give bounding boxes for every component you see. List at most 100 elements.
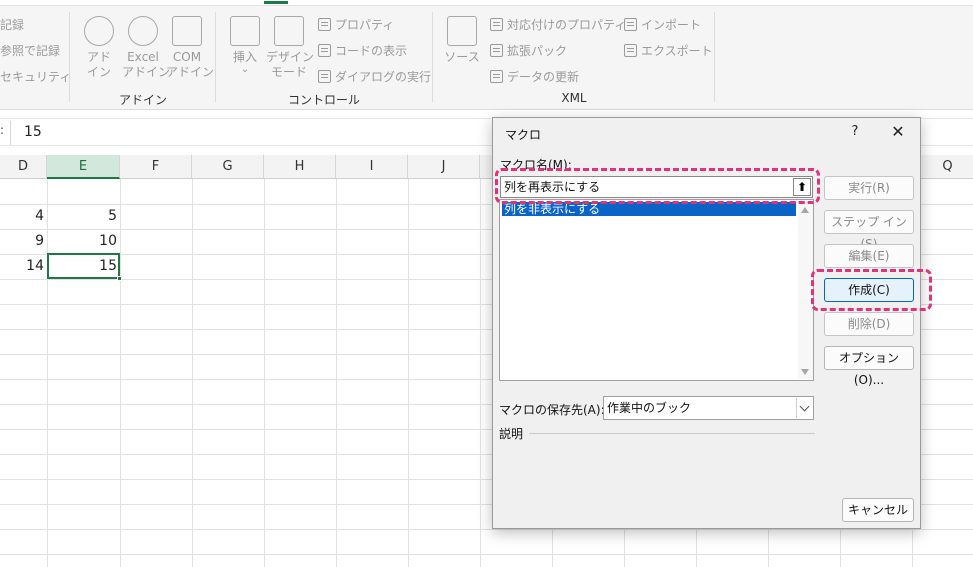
column-line xyxy=(120,179,121,567)
properties-icon xyxy=(318,18,331,31)
cell-d1[interactable]: 4 xyxy=(0,204,47,229)
expansion-packs-label: 拡張パック xyxy=(507,44,568,58)
com-addin-label: COM アドイン xyxy=(166,50,215,79)
macro-security-button[interactable]: セキュリティ xyxy=(0,68,71,85)
cell-e2[interactable]: 10 xyxy=(47,229,120,254)
refresh-data-icon xyxy=(490,70,503,83)
run-dialog-icon xyxy=(318,70,331,83)
column-header-q[interactable]: Q xyxy=(912,155,973,179)
export-label: エクスポート xyxy=(641,44,713,58)
expansion-packs-button[interactable]: 拡張パック xyxy=(490,42,567,59)
toolbox-icon xyxy=(230,16,260,46)
chevron-down-icon: ⌄ xyxy=(240,64,250,75)
insert-control-button[interactable]: 挿入 ⌄ xyxy=(228,16,262,75)
excel-addin-label: Excel アドイン xyxy=(122,50,171,79)
active-cell-border xyxy=(47,253,120,279)
addin-group-label: アドイン xyxy=(118,93,167,107)
group-separator xyxy=(714,12,715,102)
scroll-up-icon[interactable] xyxy=(801,207,809,213)
import-button[interactable]: インポート xyxy=(624,16,701,33)
gear-icon xyxy=(128,16,158,46)
design-mode-button[interactable]: デザイン モード xyxy=(266,16,315,80)
description-label: 説明 xyxy=(499,427,524,441)
macro-name-highlight xyxy=(495,168,820,204)
map-properties-button[interactable]: 対応付けのプロパティ xyxy=(490,16,626,33)
chevron-down-icon[interactable] xyxy=(796,398,812,418)
run-dialog-label: ダイアログの実行 xyxy=(335,70,432,84)
xml-source-button[interactable]: ソース xyxy=(444,16,480,65)
view-code-label: コードの表示 xyxy=(335,44,408,58)
relative-reference-button[interactable]: 参照で記録 xyxy=(0,42,60,59)
com-addin-icon xyxy=(172,16,202,46)
column-header-h[interactable]: H xyxy=(264,155,336,179)
close-icon[interactable]: ✕ xyxy=(887,122,909,142)
formula-input[interactable]: 15 xyxy=(24,124,42,140)
hexagon-icon xyxy=(84,16,114,46)
macro-list[interactable]: 列を非表示にする xyxy=(499,199,814,381)
formula-bar-handle: : xyxy=(0,123,5,137)
scroll-down-icon[interactable] xyxy=(801,369,809,375)
column-header-f[interactable]: F xyxy=(120,155,192,179)
ribbon: 記録 参照で記録 セキュリティ アド イン Excel アドイン COM アドイ… xyxy=(0,0,973,110)
excel-addin-button[interactable]: Excel アドイン xyxy=(122,16,171,80)
run-button[interactable]: 実行(R) xyxy=(824,176,914,200)
xml-source-label: ソース xyxy=(444,50,480,64)
com-addin-button[interactable]: COM アドイン xyxy=(166,16,215,80)
column-line xyxy=(408,179,409,567)
view-code-button[interactable]: コードの表示 xyxy=(318,42,407,59)
import-icon xyxy=(624,18,637,31)
expansion-packs-icon xyxy=(490,44,503,57)
column-header-e[interactable]: E xyxy=(47,155,120,179)
refresh-data-button[interactable]: データの更新 xyxy=(490,68,579,85)
create-button-highlight xyxy=(811,269,932,311)
map-properties-icon xyxy=(490,18,503,31)
addin-button[interactable]: アド イン xyxy=(84,16,114,80)
export-icon xyxy=(624,44,637,57)
macro-location-select[interactable]: 作業中のブック xyxy=(603,396,814,420)
properties-button[interactable]: プロパティ xyxy=(318,16,394,33)
ribbon-tab-strip xyxy=(0,0,973,6)
cancel-button[interactable]: キャンセル xyxy=(842,498,914,522)
cell-d2[interactable]: 9 xyxy=(0,229,47,254)
delete-button[interactable]: 削除(D) xyxy=(824,312,914,336)
formula-bar-divider xyxy=(10,121,11,145)
xml-source-icon xyxy=(447,16,477,46)
description-divider xyxy=(529,433,815,434)
cell-d3[interactable]: 14 xyxy=(0,254,47,279)
help-button[interactable]: ? xyxy=(845,122,865,142)
addin-label: アド イン xyxy=(86,50,111,79)
column-header-j[interactable]: J xyxy=(408,155,480,179)
column-line xyxy=(264,179,265,567)
column-line xyxy=(192,179,193,567)
fill-handle[interactable] xyxy=(117,276,122,281)
options-button[interactable]: オプション(O)... xyxy=(824,346,914,387)
step-in-button[interactable]: ステップ イン(S) xyxy=(824,210,914,251)
column-header-i[interactable]: I xyxy=(336,155,408,179)
column-header-g[interactable]: G xyxy=(192,155,264,179)
run-dialog-button[interactable]: ダイアログの実行 xyxy=(318,68,431,85)
list-item[interactable]: 列を非表示にする xyxy=(502,202,796,216)
refresh-data-label: データの更新 xyxy=(507,70,580,84)
import-label: インポート xyxy=(641,18,702,32)
row-line xyxy=(0,529,973,530)
column-line xyxy=(480,179,481,567)
controls-group-label: コントロール xyxy=(287,93,360,107)
active-tab-indicator xyxy=(264,1,288,4)
group-separator xyxy=(215,12,216,102)
dialog-title: マクロ xyxy=(505,128,542,142)
macro-location-value: 作業中のブック xyxy=(607,401,692,415)
design-mode-label: デザイン モード xyxy=(266,50,315,79)
cell-e1[interactable]: 5 xyxy=(47,204,120,229)
view-code-icon xyxy=(318,44,331,57)
map-properties-label: 対応付けのプロパティ xyxy=(507,18,627,32)
group-separator xyxy=(69,12,70,102)
edit-button[interactable]: 編集(E) xyxy=(824,244,914,268)
record-macro-button[interactable]: 記録 xyxy=(0,16,24,33)
row-line xyxy=(0,554,973,555)
properties-label: プロパティ xyxy=(335,18,395,32)
column-header-d[interactable]: D xyxy=(0,155,47,179)
xml-group-label: XML xyxy=(561,91,587,105)
column-line xyxy=(336,179,337,567)
group-separator xyxy=(432,12,433,102)
export-button[interactable]: エクスポート xyxy=(624,42,713,59)
